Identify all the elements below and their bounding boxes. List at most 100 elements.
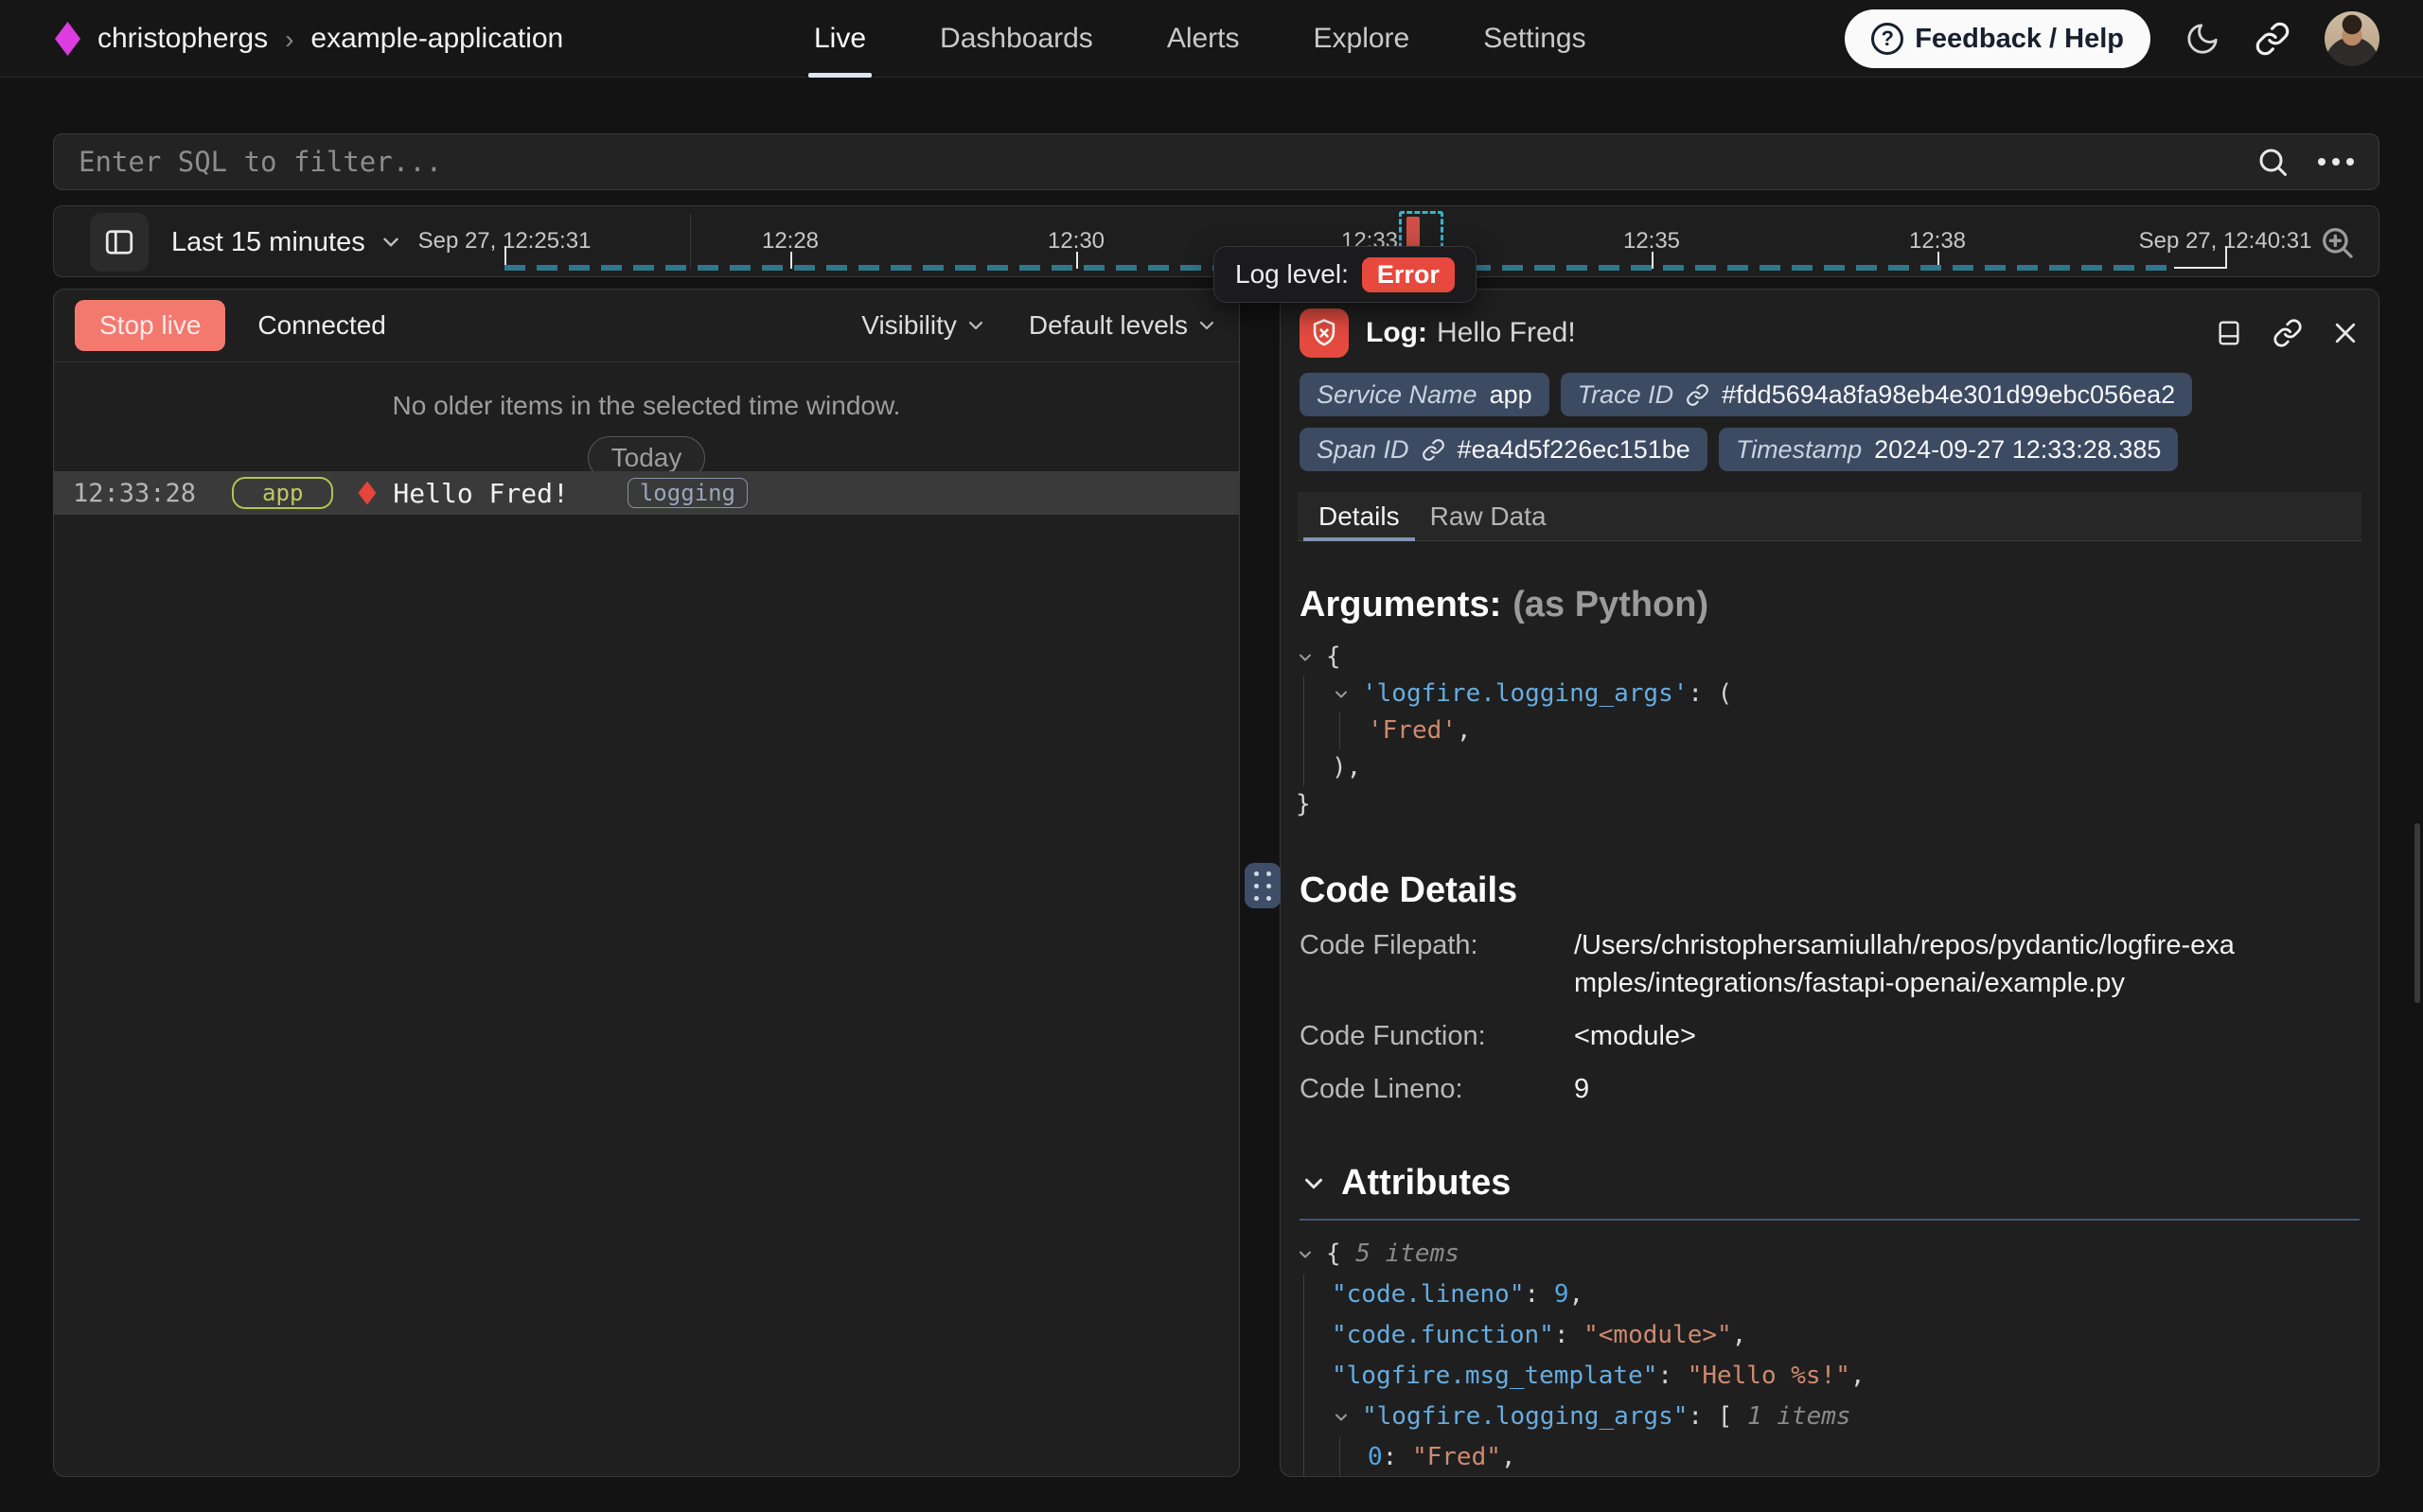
tab-raw-data[interactable]: Raw Data — [1415, 492, 1562, 540]
attributes-heading: Attributes — [1281, 1163, 2379, 1204]
breadcrumb: christophergs › example-application — [55, 0, 563, 78]
timeline-tick-label: 12:38 — [1909, 228, 1966, 255]
chevron-down-icon — [964, 314, 987, 337]
nav-tabs: Live Dashboards Alerts Explore Settings — [814, 0, 1586, 78]
timeline-end-segment — [2174, 267, 2225, 269]
log-row-selected[interactable]: 12:33:28 app Hello Fred! logging — [54, 471, 1239, 515]
arguments-heading: Arguments:(as Python) — [1281, 585, 2379, 625]
tab-details[interactable]: Details — [1303, 492, 1415, 540]
chevron-down-icon — [379, 230, 403, 255]
nav-tab-live[interactable]: Live — [814, 0, 866, 78]
breadcrumb-separator-icon: › — [285, 25, 293, 55]
timeline-tick-label: 12:30 — [1048, 228, 1105, 255]
code-line: { 5 items — [1296, 1234, 2360, 1275]
error-level-badge: Error — [1362, 257, 1455, 292]
detail-tabs: Details Raw Data — [1298, 492, 2361, 541]
search-icon[interactable] — [2255, 145, 2290, 179]
code-details-rows: Code Filepath: /Users/christophersamiull… — [1281, 911, 2379, 1108]
trace-id-badge[interactable]: Trace ID #fdd5694a8fa98eb4e301d99ebc056e… — [1561, 373, 2193, 416]
code-line: { — [1296, 639, 2360, 676]
link-icon — [1686, 383, 1709, 407]
dock-panel-icon[interactable] — [2214, 318, 2244, 348]
share-link-icon[interactable] — [2255, 21, 2290, 57]
code-filepath-value: /Users/christophersamiullah/repos/pydant… — [1574, 926, 2237, 1002]
service-name-badge[interactable]: Service Name app — [1300, 373, 1549, 416]
zoom-in-icon[interactable] — [2318, 223, 2356, 261]
connection-status: Connected — [257, 310, 385, 341]
sql-bar-actions — [2255, 145, 2354, 179]
breadcrumb-project[interactable]: example-application — [310, 23, 563, 55]
error-shield-icon — [1300, 308, 1349, 358]
top-nav: christophergs › example-application Live… — [0, 0, 2423, 78]
collapse-chevron-icon[interactable] — [1332, 1397, 1362, 1437]
error-diamond-icon — [358, 482, 376, 505]
code-line: "logfire.logging_args": [ 1 items — [1296, 1397, 2360, 1437]
code-line: "code.function": "<module>", — [1296, 1315, 2360, 1356]
code-line: } — [1296, 786, 2360, 823]
nav-tab-settings[interactable]: Settings — [1483, 0, 1585, 78]
arguments-code-block: {'logfire.logging_args': ('Fred',),} — [1281, 625, 2379, 823]
code-lineno-value: 9 — [1574, 1070, 2237, 1108]
copy-link-icon[interactable] — [2273, 318, 2303, 348]
log-level-tooltip: Log level: Error — [1213, 246, 1477, 303]
stop-live-button[interactable]: Stop live — [75, 300, 225, 351]
code-function-value: <module> — [1574, 1017, 2237, 1055]
logfire-live-view: christophergs › example-application Live… — [0, 0, 2423, 1512]
collapse-chevron-icon[interactable] — [1296, 639, 1326, 676]
timestamp-badge[interactable]: Timestamp 2024-09-27 12:33:28.385 — [1719, 428, 2179, 471]
sql-filter-bar[interactable]: Enter SQL to filter... — [53, 133, 2379, 190]
code-lineno-label: Code Lineno: — [1300, 1070, 1574, 1108]
page-scrollbar-thumb[interactable] — [2414, 823, 2420, 1003]
close-icon[interactable] — [2331, 319, 2360, 347]
nav-tab-dashboards[interactable]: Dashboards — [940, 0, 1093, 78]
live-logs-panel: Stop live Connected Visibility Default l… — [53, 289, 1240, 1477]
empty-window-message: No older items in the selected time wind… — [54, 391, 1239, 421]
nav-tab-alerts[interactable]: Alerts — [1167, 0, 1240, 78]
divider — [690, 214, 691, 269]
detail-title: Log: Hello Fred! — [1366, 317, 1576, 349]
detail-title-prefix: Log: — [1366, 317, 1427, 348]
timeline-tick-label: 12:28 — [762, 228, 819, 255]
scope-badge[interactable]: logging — [628, 478, 748, 508]
code-line: "code.lineno": 9, — [1296, 1275, 2360, 1315]
sidebar-toggle-button[interactable] — [90, 213, 149, 272]
code-line: 'Fred', — [1296, 712, 2360, 749]
chevron-down-icon — [1195, 314, 1218, 337]
nav-right-cluster: ? Feedback / Help — [1845, 0, 2379, 78]
sql-filter-input[interactable]: Enter SQL to filter... — [79, 146, 442, 178]
feedback-help-button[interactable]: ? Feedback / Help — [1845, 9, 2150, 68]
collapse-chevron-icon[interactable] — [1296, 1234, 1326, 1275]
code-line: "logfire.msg_template": "Hello %s!", — [1296, 1356, 2360, 1397]
nav-tab-explore[interactable]: Explore — [1314, 0, 1410, 78]
meta-badges: Service Name app Trace ID #fdd5694a8fa98… — [1281, 365, 2379, 471]
visibility-dropdown[interactable]: Visibility — [861, 310, 987, 341]
span-id-badge[interactable]: Span ID #ea4d5f226ec151be — [1300, 428, 1707, 471]
timeline-tick-label: 12:35 — [1623, 228, 1680, 255]
attributes-json-block: { 5 items"code.lineno": 9,"code.function… — [1281, 1221, 2379, 1477]
code-filepath-label: Code Filepath: — [1300, 926, 1574, 1002]
logfire-logo-icon[interactable] — [55, 22, 80, 56]
code-line: 'logfire.logging_args': ( — [1296, 676, 2360, 712]
collapse-chevron-icon[interactable] — [1332, 676, 1362, 712]
code-line: 0: "Fred", — [1296, 1437, 2360, 1477]
default-levels-dropdown[interactable]: Default levels — [1029, 310, 1218, 341]
log-time: 12:33:28 — [73, 479, 196, 508]
more-options-icon[interactable] — [2318, 158, 2354, 166]
live-panel-controls: Visibility Default levels — [861, 310, 1218, 341]
breadcrumb-org[interactable]: christophergs — [97, 23, 268, 55]
timeline-tick — [2225, 246, 2227, 269]
chevron-down-icon[interactable] — [1300, 1169, 1328, 1198]
log-detail-panel: Log:Hello Fred! Service Name app Tra — [1280, 289, 2379, 1477]
service-badge[interactable]: app — [232, 477, 333, 509]
live-panel-header: Stop live Connected Visibility Default l… — [54, 290, 1239, 362]
detail-title-message: Hello Fred! — [1437, 317, 1576, 348]
tooltip-label: Log level: — [1235, 259, 1349, 290]
code-details-heading: Code Details — [1281, 870, 2379, 911]
log-message: Hello Fred! — [393, 478, 568, 509]
time-range-dropdown[interactable]: Last 15 minutes — [171, 206, 403, 278]
panel-resize-grip[interactable] — [1245, 863, 1281, 908]
user-avatar[interactable] — [2325, 11, 2379, 66]
code-line: ), — [1296, 749, 2360, 786]
dark-mode-moon-icon[interactable] — [2184, 21, 2220, 57]
question-circle-icon: ? — [1871, 23, 1903, 55]
